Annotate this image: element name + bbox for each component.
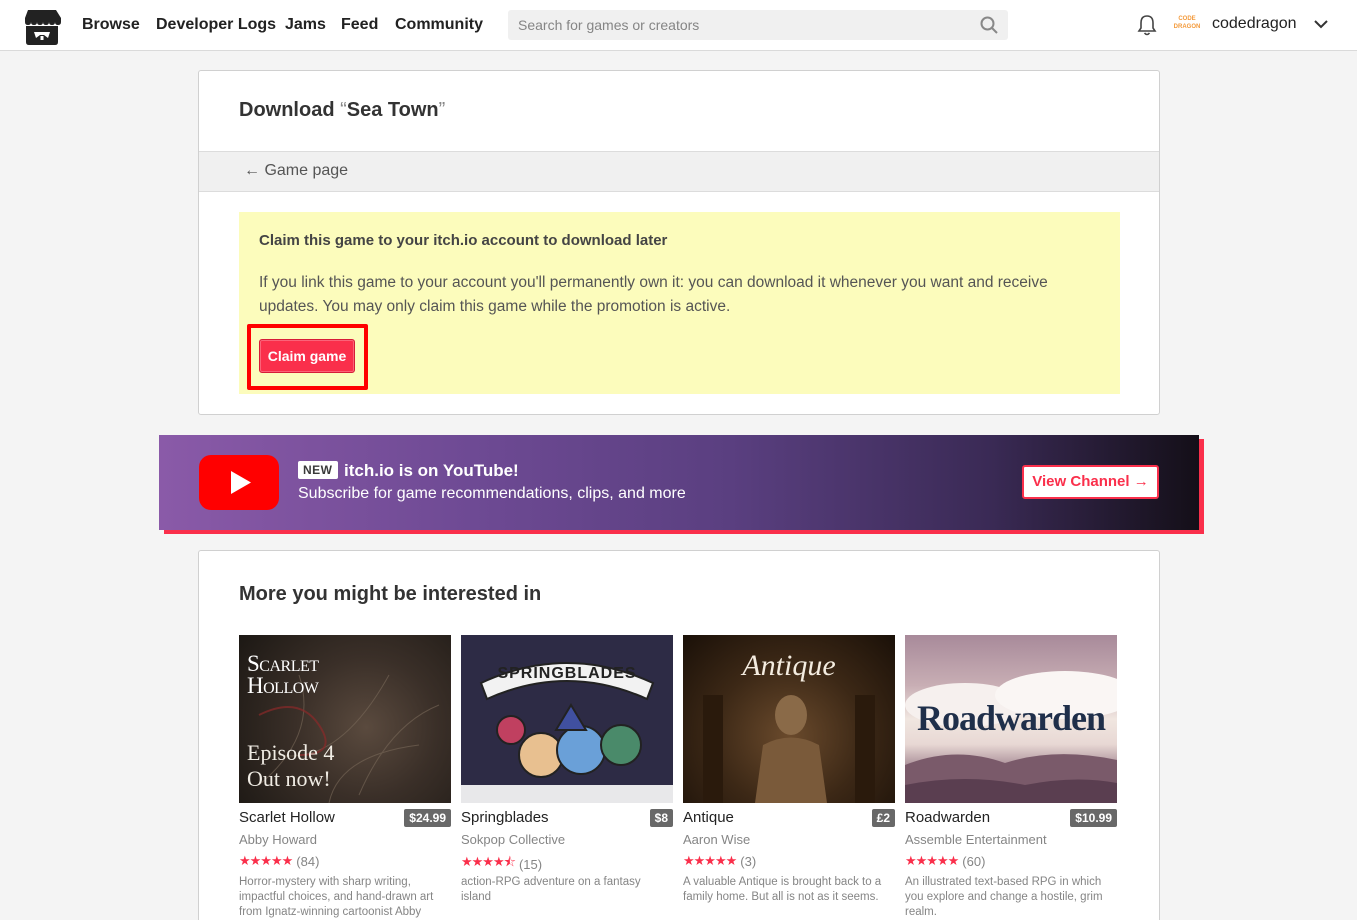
claim-game-button[interactable]: Claim game: [259, 339, 355, 373]
rating-stars-icon: ★★★★★: [239, 853, 293, 868]
nav-feed[interactable]: Feed: [341, 0, 378, 50]
game-description: A valuable Antique is brought back to a …: [683, 876, 882, 903]
game-card[interactable]: Scarlet Hollow Episode 4 Out now! Scarle…: [239, 635, 451, 918]
game-description: action-RPG adventure on a fantasy island: [461, 876, 641, 903]
new-badge: NEW: [298, 461, 338, 479]
game-author[interactable]: Abby Howard: [239, 832, 317, 847]
game-author[interactable]: Sokpop Collective: [461, 832, 565, 847]
youtube-banner-subtitle: Subscribe for game recommendations, clip…: [298, 485, 686, 502]
view-channel-button[interactable]: View Channel →: [1022, 465, 1159, 499]
price-badge: £2: [871, 809, 895, 827]
nav-browse[interactable]: Browse: [82, 0, 140, 50]
game-card[interactable]: SPRINGBLADES Springblades $8 Sokpop Coll…: [461, 635, 673, 903]
game-thumbnail[interactable]: Scarlet Hollow Episode 4 Out now!: [239, 635, 451, 803]
game-rating: ★★★★⯪ (15): [461, 853, 542, 875]
claim-title: Claim this game to your itch.io account …: [259, 232, 668, 249]
recommendations-section: More you might be interested in Scarlet …: [198, 550, 1160, 920]
game-rating: ★★★★★ (3): [683, 853, 756, 869]
game-description: Horror-mystery with sharp writing, impac…: [239, 876, 434, 918]
itchio-logo-icon[interactable]: [22, 8, 62, 46]
thumbnail-title: Antique: [742, 649, 836, 682]
rating-stars-icon: ★★★★⯪: [461, 854, 516, 869]
top-header: Browse Developer Logs Jams Feed Communit…: [0, 0, 1357, 51]
game-title[interactable]: Roadwarden: [905, 809, 990, 826]
page-title: Download “Sea Town”: [239, 99, 446, 121]
username[interactable]: codedragon: [1212, 15, 1297, 33]
game-card[interactable]: Antique Antique £2 Aaron Wise ★★★★★ (3) A…: [683, 635, 895, 903]
claim-description: If you link this game to your account yo…: [259, 274, 1048, 315]
game-card[interactable]: Roadwarden Roadwarden $10.99 Assemble En…: [905, 635, 1117, 918]
download-card: Download “Sea Town” ← Game page Claim th…: [198, 70, 1160, 415]
game-page-bar: ← Game page: [199, 151, 1159, 192]
game-thumbnail[interactable]: Roadwarden: [905, 635, 1117, 803]
recommendations-heading: More you might be interested in: [239, 583, 542, 605]
rating-stars-icon: ★★★★★: [683, 853, 737, 868]
game-description: An illustrated text-based RPG in which y…: [905, 876, 1103, 918]
thumbnail-title: Scarlet Hollow: [247, 651, 319, 698]
game-rating: ★★★★★ (60): [905, 853, 985, 869]
game-title[interactable]: Springblades: [461, 809, 549, 826]
youtube-logo-icon: [199, 455, 279, 510]
game-thumbnail[interactable]: Antique: [683, 635, 895, 803]
game-author[interactable]: Assemble Entertainment: [905, 832, 1047, 847]
game-title[interactable]: Scarlet Hollow: [239, 809, 335, 826]
notifications-bell-icon[interactable]: [1137, 14, 1157, 36]
search-bar: [508, 10, 1008, 40]
youtube-banner[interactable]: NEW itch.io is on YouTube! Subscribe for…: [159, 435, 1199, 530]
nav-jams[interactable]: Jams: [285, 0, 326, 50]
game-thumbnail[interactable]: SPRINGBLADES: [461, 635, 673, 803]
price-badge: $24.99: [404, 809, 451, 827]
chevron-down-icon[interactable]: [1313, 18, 1329, 30]
search-icon[interactable]: [980, 16, 998, 34]
price-badge: $10.99: [1070, 809, 1117, 827]
rating-count: (15): [518, 856, 543, 872]
rating-stars-icon: ★★★★★: [905, 853, 959, 868]
thumbnail-title: Roadwarden: [916, 698, 1106, 738]
thumbnail-title: SPRINGBLADES: [497, 665, 637, 682]
rating-count: (60): [962, 853, 986, 869]
game-author[interactable]: Aaron Wise: [683, 832, 750, 847]
game-page-link[interactable]: ← Game page: [244, 162, 348, 180]
game-rating: ★★★★★ (84): [239, 853, 319, 869]
thumbnail-subtitle: Episode 4 Out now!: [247, 740, 335, 791]
price-badge: $8: [649, 809, 673, 827]
rating-count: (3): [740, 853, 757, 869]
youtube-banner-title: itch.io is on YouTube!: [344, 461, 519, 480]
search-input[interactable]: [508, 10, 968, 40]
rating-count: (84): [296, 853, 320, 869]
thumbnail-art: [461, 662, 673, 803]
user-avatar[interactable]: CODE DRAGON: [1173, 11, 1201, 39]
nav-community[interactable]: Community: [395, 0, 483, 50]
nav-developer-logs[interactable]: Developer Logs: [156, 0, 276, 50]
game-title[interactable]: Antique: [683, 809, 734, 826]
claim-box: Claim this game to your itch.io account …: [239, 212, 1120, 394]
